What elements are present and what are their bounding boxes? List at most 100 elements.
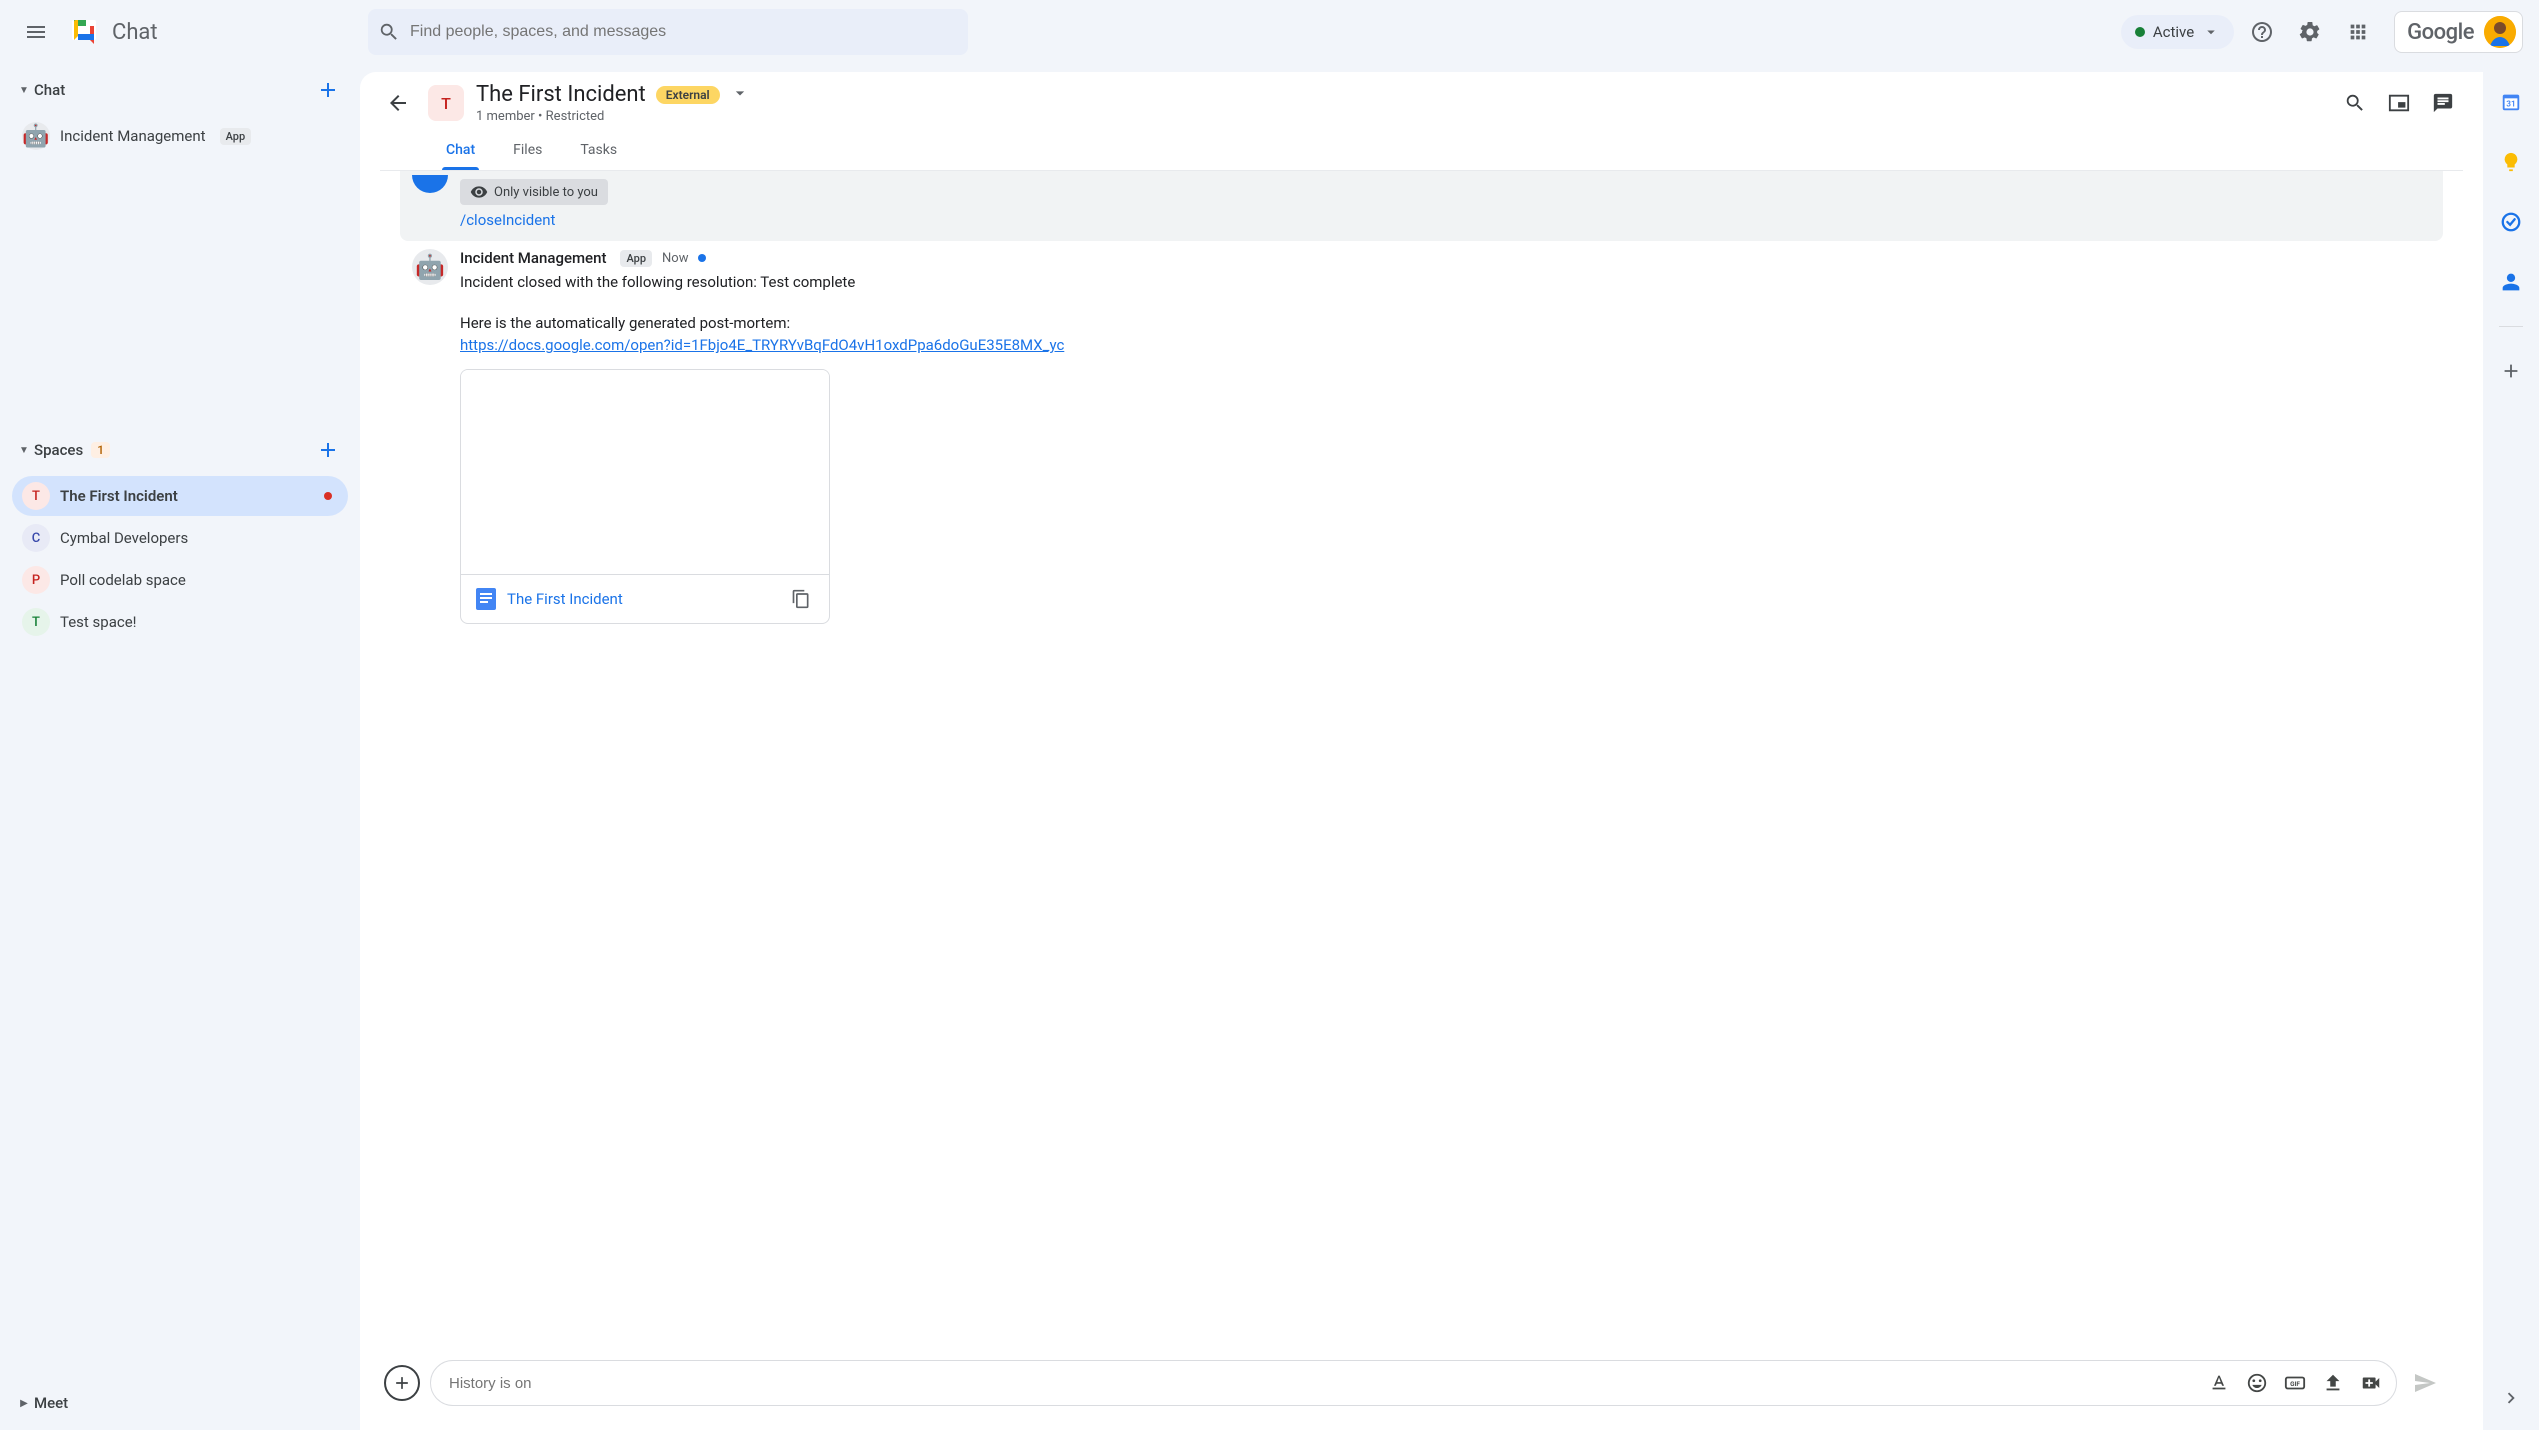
topbar-left: Chat <box>8 8 368 56</box>
space-menu-button[interactable] <box>730 83 750 107</box>
sidebar-section-chat: ▼ Chat 🤖 Incident Management App <box>8 68 352 160</box>
sender-name: Incident Management <box>460 249 606 267</box>
calendar-icon: 31 <box>2500 91 2522 113</box>
sidebar-section-spaces: ▼ Spaces 1 TThe First Incident C Cymbal De… <box>8 428 352 646</box>
private-message: Only visible to you /closeIncident <box>400 171 2443 241</box>
arrow-left-icon <box>386 91 410 115</box>
postmortem-link[interactable]: https://docs.google.com/open?id=1Fbjo4E_… <box>460 336 1064 354</box>
unread-dot-icon <box>698 254 706 262</box>
help-icon <box>2250 20 2274 44</box>
presence-status-text: Active <box>2153 23 2194 41</box>
topbar: Chat Active Google <box>0 0 2539 64</box>
section-title-chat: Chat <box>34 81 65 99</box>
contacts-companion-button[interactable] <box>2491 262 2531 302</box>
body-layout: ▼ Chat 🤖 Incident Management App <box>0 64 2539 1430</box>
sidebar-header-spaces[interactable]: ▼ Spaces 1 <box>8 428 352 472</box>
rail-divider <box>2499 326 2523 327</box>
collapse-side-panel-button[interactable] <box>2497 1384 2525 1412</box>
space-item-label: Poll codelab space <box>60 571 186 589</box>
composer-toolbar: GIF <box>2202 1366 2388 1400</box>
pip-button[interactable] <box>2379 83 2419 123</box>
user-avatar[interactable] <box>2484 16 2516 48</box>
chat-panel: T The First Incident External 1 member •… <box>360 72 2483 1430</box>
svg-text:31: 31 <box>2506 100 2515 110</box>
brand-text: Google <box>2407 20 2474 45</box>
message-time: Now <box>662 251 688 266</box>
message-list: Only visible to you /closeIncident 🤖 Inc… <box>360 171 2483 1346</box>
add-attachment-button[interactable] <box>384 1365 420 1401</box>
section-title-meet: Meet <box>34 1394 68 1412</box>
search-input[interactable] <box>410 23 958 41</box>
get-addons-button[interactable] <box>2491 351 2531 391</box>
new-chat-button[interactable] <box>312 74 344 106</box>
copy-link-button[interactable] <box>787 585 815 613</box>
section-title-spaces: Spaces <box>34 441 83 459</box>
sidebar-header-meet[interactable]: ▶ Meet <box>8 1388 352 1418</box>
gif-button[interactable]: GIF <box>2278 1366 2312 1400</box>
space-title: The First Incident <box>476 82 646 107</box>
svg-text:GIF: GIF <box>2290 1380 2300 1388</box>
chat-search-button[interactable] <box>2335 83 2375 123</box>
video-plus-icon <box>2360 1372 2382 1394</box>
doc-attachment-card[interactable]: The First Incident <box>460 369 830 624</box>
tab-chat[interactable]: Chat <box>442 134 479 170</box>
sidebar-header-chat[interactable]: ▼ Chat <box>8 68 352 112</box>
keep-icon <box>2500 151 2522 173</box>
tasks-companion-button[interactable] <box>2491 202 2531 242</box>
help-button[interactable] <box>2242 12 2282 52</box>
space-item-avatar: P <box>22 566 50 594</box>
message-header: Incident Management App Now <box>460 249 2443 267</box>
space-item[interactable]: P Poll codelab space <box>12 560 348 600</box>
chevron-down-icon <box>730 83 750 103</box>
chat-item-incident-management[interactable]: 🤖 Incident Management App <box>12 116 348 156</box>
tab-tasks[interactable]: Tasks <box>576 134 621 170</box>
message-composer[interactable]: GIF <box>430 1360 2397 1406</box>
plus-icon <box>316 78 340 102</box>
gear-icon <box>2298 20 2322 44</box>
space-item-label: Cymbal Developers <box>60 529 188 547</box>
hamburger-icon <box>24 20 48 44</box>
format-button[interactable] <box>2202 1366 2236 1400</box>
product-logo[interactable]: Chat <box>64 12 158 52</box>
space-item-avatar: C <box>22 524 50 552</box>
caret-right-icon: ▶ <box>16 1398 32 1409</box>
presence-status-button[interactable]: Active <box>2121 15 2234 49</box>
tab-files[interactable]: Files <box>509 134 546 170</box>
keep-companion-button[interactable] <box>2491 142 2531 182</box>
eye-icon <box>470 183 488 201</box>
apps-button[interactable] <box>2338 12 2378 52</box>
doc-preview <box>461 370 829 575</box>
search-bar[interactable] <box>368 9 968 55</box>
composer-input[interactable] <box>449 1375 2202 1392</box>
settings-button[interactable] <box>2290 12 2330 52</box>
main-menu-button[interactable] <box>12 8 60 56</box>
visibility-text: Only visible to you <box>494 185 598 200</box>
app-chip: App <box>620 250 652 267</box>
space-item[interactable]: T Test space! <box>12 602 348 642</box>
bot-avatar-icon: 🤖 <box>22 122 50 150</box>
space-subtitle: 1 member • Restricted <box>476 109 750 124</box>
chat-header-actions <box>2335 83 2463 123</box>
back-button[interactable] <box>380 85 416 121</box>
thread-panel-button[interactable] <box>2423 83 2463 123</box>
chat-item-label: Incident Management <box>60 127 206 145</box>
new-space-button[interactable] <box>312 434 344 466</box>
emoji-button[interactable] <box>2240 1366 2274 1400</box>
app-root: Chat Active Google <box>0 0 2539 1430</box>
account-brand-box[interactable]: Google <box>2394 11 2523 53</box>
calendar-companion-button[interactable]: 31 <box>2491 82 2531 122</box>
space-item-label: Test space! <box>60 613 137 631</box>
right-side-panel: 31 <box>2483 64 2539 1430</box>
apps-grid-icon <box>2347 21 2369 43</box>
space-item[interactable]: TThe First Incident <box>12 476 348 516</box>
send-button[interactable] <box>2407 1365 2443 1401</box>
external-badge: External <box>656 86 720 104</box>
upload-button[interactable] <box>2316 1366 2350 1400</box>
plus-icon <box>392 1373 412 1393</box>
space-item[interactable]: C Cymbal Developers <box>12 518 348 558</box>
command-text: /closeIncident <box>460 211 2431 229</box>
video-meeting-button[interactable] <box>2354 1366 2388 1400</box>
space-item-avatar: T <box>22 608 50 636</box>
product-name: Chat <box>112 20 158 45</box>
presence-dot-icon <box>2135 27 2145 37</box>
